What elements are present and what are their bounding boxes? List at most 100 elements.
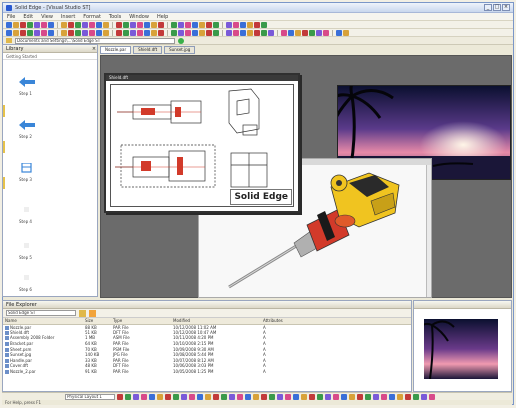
bottom-toolbar-icon[interactable] [165, 393, 171, 400]
toolbar-button-icon[interactable] [48, 29, 54, 36]
menu-help[interactable]: Help [157, 14, 168, 20]
bottom-toolbar-icon[interactable] [221, 393, 227, 400]
toolbar-button-icon[interactable] [130, 29, 136, 36]
drawing-window[interactable]: Shield.dft Solid Edge [104, 73, 300, 213]
bottom-toolbar-icon[interactable] [237, 393, 243, 400]
toolbar-button-icon[interactable] [261, 29, 267, 36]
menu-tools[interactable]: Tools [109, 14, 121, 20]
side-tabs[interactable] [3, 105, 5, 235]
toolbar-button-icon[interactable] [82, 21, 88, 28]
toolbar-button-icon[interactable] [288, 29, 294, 36]
toolbar-button-icon[interactable] [233, 21, 239, 28]
toolbar-button-icon[interactable] [68, 21, 74, 28]
menu-format[interactable]: Format [83, 14, 101, 20]
toolbar-button-icon[interactable] [144, 21, 150, 28]
bottom-toolbar-icon[interactable] [349, 393, 355, 400]
tab-shield[interactable]: Shield.dft [133, 46, 163, 54]
toolbar-button-icon[interactable] [343, 29, 349, 36]
layout-combo[interactable]: Physical Layout 1 [65, 393, 115, 400]
toolbar-button-icon[interactable] [240, 29, 246, 36]
folder-up-icon[interactable] [79, 309, 86, 317]
bottom-toolbar-icon[interactable] [317, 393, 323, 400]
toolbar-button-icon[interactable] [61, 21, 67, 28]
bottom-toolbar-icon[interactable] [429, 393, 435, 400]
toolbar-button-icon[interactable] [137, 29, 143, 36]
step-item[interactable]: Step 2 [9, 120, 79, 160]
toolbar-button-icon[interactable] [20, 21, 26, 28]
toolbar-button-icon[interactable] [34, 29, 40, 36]
step-item[interactable]: Step 1 [9, 77, 79, 117]
bottom-toolbar-icon[interactable] [301, 393, 307, 400]
bottom-toolbar-icon[interactable] [421, 393, 427, 400]
toolbar-button-icon[interactable] [103, 29, 109, 36]
toolbar-button-icon[interactable] [116, 29, 122, 36]
toolbar-button-icon[interactable] [247, 21, 253, 28]
close-icon[interactable]: × [91, 45, 97, 52]
step-item[interactable]: Step 3 [9, 163, 79, 203]
minimize-button[interactable]: _ [484, 4, 492, 11]
bottom-toolbar-icon[interactable] [229, 393, 235, 400]
bottom-toolbar-icon[interactable] [357, 393, 363, 400]
toolbar-button-icon[interactable] [185, 29, 191, 36]
toolbar-button-icon[interactable] [247, 29, 253, 36]
toolbar-button-icon[interactable] [192, 21, 198, 28]
toolbar-button-icon[interactable] [75, 21, 81, 28]
toolbar-button-icon[interactable] [41, 29, 47, 36]
bottom-toolbar-icon[interactable] [333, 393, 339, 400]
bottom-toolbar-icon[interactable] [253, 393, 259, 400]
bottom-toolbar-icon[interactable] [133, 393, 139, 400]
toolbar-button-icon[interactable] [137, 21, 143, 28]
bottom-toolbar-icon[interactable] [157, 393, 163, 400]
bottom-toolbar-icon[interactable] [173, 393, 179, 400]
menu-file[interactable]: File [7, 14, 15, 20]
toolbar-button-icon[interactable] [316, 29, 322, 36]
toolbar-button-icon[interactable] [206, 29, 212, 36]
toolbar-button-icon[interactable] [213, 21, 219, 28]
table-row[interactable]: Nozzle_2.par 91 KB PAR File 10/05/2008 1:25… [3, 369, 411, 375]
toolbar-button-icon[interactable] [116, 21, 122, 28]
toolbar-button-icon[interactable] [61, 29, 67, 36]
toolbar-button-icon[interactable] [123, 21, 129, 28]
bottom-toolbar-icon[interactable] [141, 393, 147, 400]
toolbar-button-icon[interactable] [144, 29, 150, 36]
path-combo[interactable]: Documents and Settings\...\Solid Edge ST [15, 37, 175, 44]
toolbar-button-icon[interactable] [68, 29, 74, 36]
menu-edit[interactable]: Edit [23, 14, 33, 20]
toolbar-button-icon[interactable] [48, 21, 54, 28]
menu-view[interactable]: View [41, 14, 53, 20]
toolbar-button-icon[interactable] [178, 29, 184, 36]
toolbar-button-icon[interactable] [295, 29, 301, 36]
toolbar-button-icon[interactable] [281, 29, 287, 36]
toolbar-button-icon[interactable] [213, 29, 219, 36]
toolbar-button-icon[interactable] [27, 29, 33, 36]
toolbar-button-icon[interactable] [13, 29, 19, 36]
bottom-toolbar-icon[interactable] [365, 393, 371, 400]
toolbar-button-icon[interactable] [178, 21, 184, 28]
bottom-toolbar-icon[interactable] [197, 393, 203, 400]
bottom-toolbar-icon[interactable] [149, 393, 155, 400]
toolbar-button-icon[interactable] [171, 29, 177, 36]
toolbar-button-icon[interactable] [89, 21, 95, 28]
toolbar-button-icon[interactable] [309, 29, 315, 36]
toolbar-button-icon[interactable] [226, 21, 232, 28]
bottom-toolbar-icon[interactable] [325, 393, 331, 400]
toolbar-button-icon[interactable] [151, 21, 157, 28]
toolbar-button-icon[interactable] [96, 29, 102, 36]
toolbar-button-icon[interactable] [41, 21, 47, 28]
bottom-toolbar-icon[interactable] [397, 393, 403, 400]
toolbar-button-icon[interactable] [82, 29, 88, 36]
toolbar-button-icon[interactable] [151, 29, 157, 36]
toolbar-button-icon[interactable] [199, 29, 205, 36]
menu-insert[interactable]: Insert [61, 14, 75, 20]
maximize-button[interactable]: □ [493, 4, 501, 11]
bottom-toolbar-icon[interactable] [389, 393, 395, 400]
bottom-toolbar-icon[interactable] [373, 393, 379, 400]
toolbar-button-icon[interactable] [13, 21, 19, 28]
bottom-toolbar-icon[interactable] [117, 393, 123, 400]
bottom-toolbar-icon[interactable] [341, 393, 347, 400]
bottom-toolbar-icon[interactable] [293, 393, 299, 400]
bottom-toolbar-icon[interactable] [277, 393, 283, 400]
bottom-toolbar-icon[interactable] [309, 393, 315, 400]
toolbar-button-icon[interactable] [158, 29, 164, 36]
toolbar-button-icon[interactable] [89, 29, 95, 36]
